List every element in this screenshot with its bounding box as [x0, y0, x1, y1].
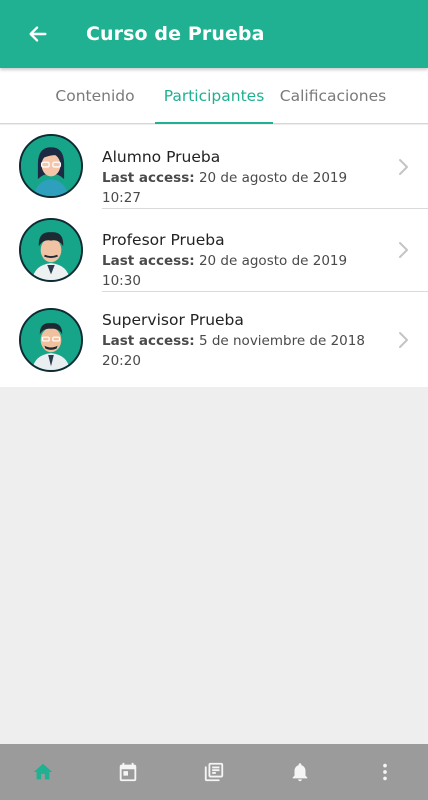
chevron-right-icon: [399, 159, 408, 175]
nav-courses[interactable]: [171, 744, 257, 800]
male-teacher-avatar: [19, 218, 83, 282]
last-access-label: Last access:: [102, 170, 195, 186]
page-title: Curso de Prueba: [86, 23, 265, 45]
nav-calendar[interactable]: [86, 744, 172, 800]
last-access-label: Last access:: [102, 253, 195, 269]
participant-name: Alumno Prueba: [102, 148, 221, 166]
female-student-avatar: [19, 134, 83, 198]
nav-more[interactable]: [342, 744, 428, 800]
back-button[interactable]: [0, 0, 76, 68]
last-access-label: Last access:: [102, 333, 195, 349]
participant-row[interactable]: Supervisor Prueba Last access: 5 de novi…: [0, 292, 428, 387]
active-tab-indicator: [155, 122, 273, 124]
last-access: Last access: 20 de agosto de 2019 10:27: [102, 168, 372, 208]
nav-notifications[interactable]: [257, 744, 343, 800]
participant-name: Profesor Prueba: [102, 231, 225, 249]
last-access: Last access: 20 de agosto de 2019 10:30: [102, 251, 372, 291]
chevron-right-icon: [399, 332, 408, 348]
calendar-icon: [120, 762, 137, 782]
last-access: Last access: 5 de noviembre de 2018 20:2…: [102, 331, 372, 371]
courses-icon: [204, 762, 224, 782]
tab-contenido[interactable]: Contenido: [40, 68, 150, 124]
arrow-left-icon: [29, 26, 47, 42]
participant-name: Supervisor Prueba: [102, 311, 244, 329]
more-vertical-icon: [383, 763, 388, 781]
participant-list: Alumno Prueba Last access: 20 de agosto …: [0, 125, 428, 387]
bottom-navigation: [0, 744, 428, 800]
app-bar: Curso de Prueba: [0, 0, 428, 68]
tab-calificaciones[interactable]: Calificaciones: [275, 68, 391, 124]
chevron-right-icon: [399, 242, 408, 258]
male-supervisor-avatar: [19, 308, 83, 372]
bell-icon: [292, 763, 307, 782]
nav-home[interactable]: [0, 744, 86, 800]
tab-participantes[interactable]: Participantes: [155, 68, 273, 124]
participant-row[interactable]: Profesor Prueba Last access: 20 de agost…: [0, 209, 428, 291]
home-icon: [33, 763, 52, 780]
participant-row[interactable]: Alumno Prueba Last access: 20 de agosto …: [0, 125, 428, 208]
tab-bar: Contenido Participantes Calificaciones: [0, 68, 428, 124]
